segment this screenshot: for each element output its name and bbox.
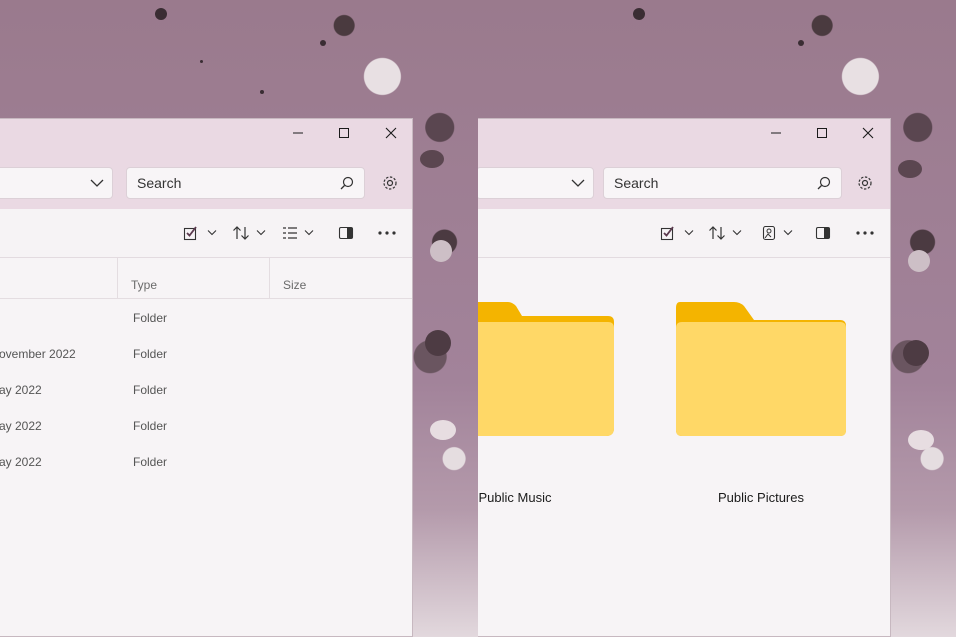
file-explorer-window-icons: Search Public Music Public Pictures	[478, 118, 891, 637]
minimize-button[interactable]	[753, 119, 799, 147]
more-options-button[interactable]	[855, 222, 875, 244]
minimize-button[interactable]	[275, 119, 321, 147]
row-date: ay 2022	[0, 383, 42, 397]
search-input[interactable]: Search	[126, 167, 365, 199]
close-icon	[862, 127, 874, 139]
row-date: ay 2022	[0, 455, 42, 469]
select-button[interactable]	[660, 222, 694, 244]
minimize-icon	[771, 132, 781, 134]
search-placeholder: Search	[614, 175, 659, 191]
gear-icon	[383, 176, 397, 190]
file-list: Type Size Folder ovember 2022 Folder ay …	[0, 258, 412, 636]
checkbox-select-icon	[660, 226, 674, 241]
search-icon	[340, 176, 354, 190]
folder-icon	[478, 302, 614, 436]
view-details-icon	[283, 227, 297, 239]
column-headers: Type Size	[0, 258, 412, 299]
settings-button[interactable]	[850, 168, 880, 198]
sort-button[interactable]	[232, 222, 266, 244]
maximize-icon	[817, 128, 827, 138]
table-row[interactable]: ay 2022 Folder	[0, 407, 412, 443]
table-row[interactable]: ay 2022 Folder	[0, 371, 412, 407]
checkbox-select-icon	[183, 226, 197, 241]
row-type: Folder	[133, 311, 168, 325]
gear-icon	[858, 176, 872, 190]
command-bar	[478, 209, 890, 258]
sort-icon	[709, 226, 725, 240]
folder-item[interactable]: Public Pictures	[656, 258, 866, 538]
maximize-button[interactable]	[799, 119, 845, 147]
sort-button[interactable]	[708, 222, 742, 244]
details-pane-icon	[815, 226, 831, 240]
details-pane-button[interactable]	[815, 222, 831, 244]
column-header-size[interactable]: Size	[283, 278, 306, 292]
column-divider[interactable]	[117, 258, 118, 298]
close-button[interactable]	[845, 119, 890, 147]
address-input[interactable]	[478, 167, 594, 199]
address-bar-row: Search	[478, 159, 890, 210]
row-type: Folder	[133, 419, 168, 433]
address-bar-row: Search	[0, 159, 412, 210]
folder-icon	[676, 302, 846, 436]
row-type: Folder	[133, 455, 168, 469]
maximize-button[interactable]	[321, 119, 367, 147]
title-bar	[0, 119, 412, 159]
minimize-icon	[293, 132, 303, 134]
more-options-button[interactable]	[377, 222, 397, 244]
close-button[interactable]	[368, 119, 412, 147]
search-icon	[817, 176, 831, 190]
command-bar	[0, 209, 412, 258]
folder-item[interactable]: Public Music	[478, 258, 620, 538]
row-type: Folder	[133, 383, 168, 397]
more-icon	[856, 231, 874, 235]
chevron-down-icon	[732, 230, 742, 236]
sort-icon	[233, 226, 249, 240]
column-divider[interactable]	[269, 258, 270, 298]
folder-grid: Public Music Public Pictures	[478, 258, 890, 636]
title-bar	[478, 119, 890, 159]
folder-label: Public Pictures	[718, 490, 804, 505]
file-explorer-window-details: Search Type Size Folder ovember 2022 Fol…	[0, 118, 413, 637]
view-button[interactable]	[761, 222, 793, 244]
maximize-icon	[339, 128, 349, 138]
row-type: Folder	[133, 347, 168, 361]
table-row[interactable]: ovember 2022 Folder	[0, 335, 412, 371]
details-pane-icon	[338, 226, 354, 240]
row-date: ay 2022	[0, 419, 42, 433]
more-icon	[378, 231, 396, 235]
details-pane-button[interactable]	[338, 222, 354, 244]
table-row[interactable]: Folder	[0, 299, 412, 335]
chevron-down-icon	[207, 230, 217, 236]
select-button[interactable]	[183, 222, 217, 244]
view-large-icons-icon	[762, 225, 776, 241]
view-button[interactable]	[282, 222, 314, 244]
address-input[interactable]	[0, 167, 113, 199]
chevron-down-icon	[684, 230, 694, 236]
settings-button[interactable]	[375, 168, 405, 198]
column-header-type[interactable]: Type	[131, 278, 157, 292]
chevron-down-icon	[304, 230, 314, 236]
chevron-down-icon	[571, 179, 585, 187]
search-placeholder: Search	[137, 175, 182, 191]
folder-label: Public Music	[478, 490, 552, 505]
search-input[interactable]: Search	[603, 167, 842, 199]
chevron-down-icon	[90, 179, 104, 187]
table-row[interactable]: ay 2022 Folder	[0, 443, 412, 479]
chevron-down-icon	[256, 230, 266, 236]
chevron-down-icon	[783, 230, 793, 236]
close-icon	[385, 127, 397, 139]
row-date: ovember 2022	[0, 347, 76, 361]
